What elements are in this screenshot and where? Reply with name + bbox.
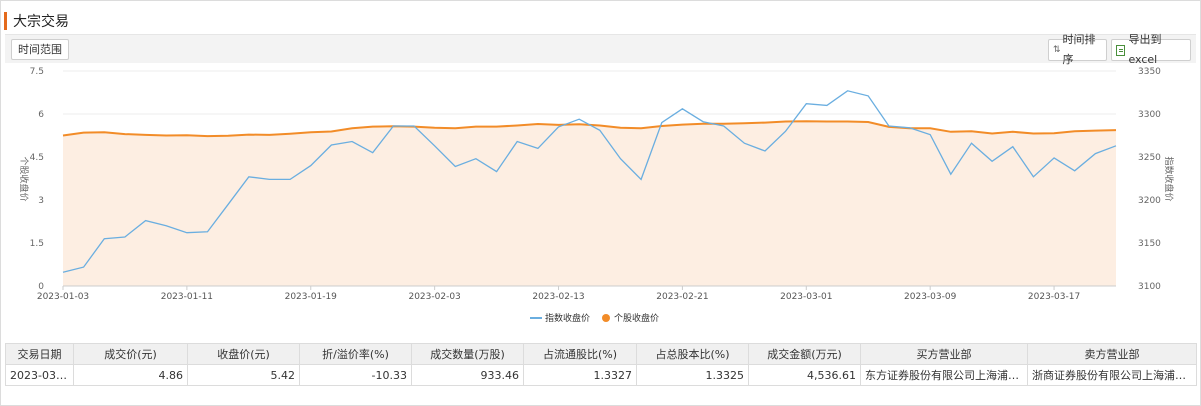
col-header-float-ratio[interactable]: 占流通股比(%): [523, 343, 637, 365]
table-header-row: 交易日期 成交价(元) 收盘价(元) 折/溢价率(%) 成交数量(万股) 占流通…: [5, 343, 1197, 365]
section-header: 大宗交易: [4, 9, 1196, 33]
col-header-premium-rate[interactable]: 折/溢价率(%): [299, 343, 412, 365]
y-right-tick-label: 3200: [1138, 196, 1161, 206]
y-right-axis-title: 指数收盘价: [1163, 156, 1175, 201]
cell-trade-price: 4.86: [73, 364, 188, 386]
legend-stock-label: 个股收盘价: [614, 312, 659, 324]
y-left-tick-label: 4.5: [30, 153, 44, 163]
cell-close-price: 5.42: [187, 364, 300, 386]
x-tick-label: 2023-02-03: [408, 292, 460, 302]
toolbar: 时间范围 ⇅ 时间排序 导出到excel: [5, 33, 1196, 66]
cell-premium-rate: -10.33: [299, 364, 412, 386]
cell-amount: 4,536.61: [748, 364, 861, 386]
cell-seller[interactable]: 浙商证券股份有限公司上海浦东杨...: [1027, 364, 1197, 386]
export-excel-button[interactable]: 导出到excel: [1111, 33, 1191, 66]
excel-icon: [1116, 44, 1126, 56]
y-right-tick-label: 3100: [1138, 282, 1161, 292]
cell-float-ratio: 1.3327: [523, 364, 637, 386]
col-header-amount[interactable]: 成交金额(万元): [748, 343, 861, 365]
x-tick-label: 2023-03-01: [780, 292, 832, 302]
x-tick-label: 2023-01-03: [37, 292, 89, 302]
cell-total-ratio: 1.3325: [636, 364, 749, 386]
cell-buyer[interactable]: 东方证券股份有限公司上海浦东新...: [860, 364, 1028, 386]
stock-area: [63, 121, 1116, 286]
col-header-total-ratio[interactable]: 占总股本比(%): [636, 343, 749, 365]
y-left-tick-label: 1.5: [30, 239, 44, 249]
time-sort-button[interactable]: ⇅ 时间排序: [1048, 33, 1107, 66]
x-tick-label: 2023-01-11: [161, 292, 213, 302]
x-tick-label: 2023-03-17: [1028, 292, 1080, 302]
y-right-tick-label: 3250: [1138, 153, 1161, 163]
col-header-seller[interactable]: 卖方营业部: [1027, 343, 1197, 365]
chart-svg: 7.5 6 4.5 3 1.5 0 3350 3300 3250 3200 3150 3100 2023…: [18, 67, 1175, 324]
legend-stock-swatch: [602, 314, 610, 322]
x-tick-label: 2023-01-19: [285, 292, 338, 302]
y-left-tick-label: 3: [38, 196, 44, 206]
cell-trade-date: 2023-03-22: [5, 364, 74, 386]
cell-volume: 933.46: [411, 364, 524, 386]
accent-bar: [4, 12, 7, 30]
y-left-tick-label: 0: [38, 282, 44, 292]
y-right-tick-label: 3150: [1138, 239, 1161, 249]
section-title: 大宗交易: [13, 14, 69, 30]
price-chart: 7.5 6 4.5 3 1.5 0 3350 3300 3250 3200 3150 3100 2023…: [0, 63, 1201, 340]
sort-arrows-icon: ⇅: [1053, 45, 1061, 55]
y-left-tick-label: 6: [38, 110, 44, 120]
block-trade-table: 交易日期 成交价(元) 收盘价(元) 折/溢价率(%) 成交数量(万股) 占流通…: [5, 343, 1197, 386]
col-header-buyer[interactable]: 买方营业部: [860, 343, 1028, 365]
legend-index-label: 指数收盘价: [545, 312, 590, 324]
y-left-tick-label: 7.5: [30, 67, 44, 77]
col-header-trade-date[interactable]: 交易日期: [5, 343, 74, 365]
time-range-button[interactable]: 时间范围: [11, 39, 69, 60]
col-header-close-price[interactable]: 收盘价(元): [187, 343, 300, 365]
x-tick-label: 2023-03-09: [904, 292, 957, 302]
col-header-trade-price[interactable]: 成交价(元): [73, 343, 188, 365]
x-tick-label: 2023-02-21: [656, 292, 708, 302]
y-right-tick-label: 3300: [1138, 110, 1161, 120]
x-tick-label: 2023-02-13: [532, 292, 584, 302]
y-right-tick-label: 3350: [1138, 67, 1161, 77]
col-header-volume[interactable]: 成交数量(万股): [411, 343, 524, 365]
y-left-axis-title: 个股收盘价: [18, 156, 30, 201]
table-row: 2023-03-22 4.86 5.42 -10.33 933.46 1.332…: [5, 364, 1197, 386]
